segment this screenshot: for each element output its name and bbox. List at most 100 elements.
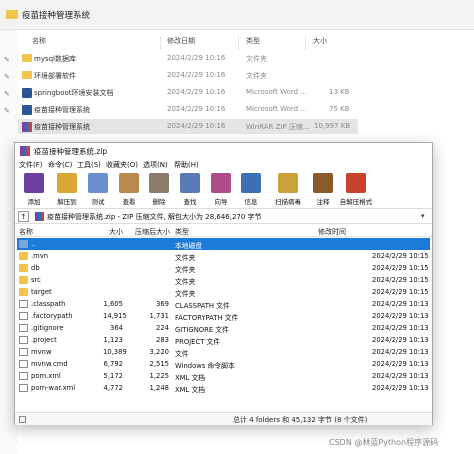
column-type[interactable]: 类型 <box>175 227 189 237</box>
row-size: 5,172 <box>103 371 123 380</box>
view-button[interactable]: 查看 <box>114 173 144 207</box>
row-name: db <box>31 263 40 272</box>
delete-button[interactable]: 删除 <box>144 173 174 207</box>
folder-icon <box>22 71 32 79</box>
row-modified: 2024/2/29 10:13 <box>372 299 429 308</box>
row-packed: 283 <box>156 335 169 344</box>
column-packed[interactable]: 压缩后大小 <box>135 227 170 237</box>
file-type: 文件夹 <box>246 55 267 63</box>
menu-favorites[interactable]: 收藏夹(O) <box>106 160 138 170</box>
row-packed: 224 <box>156 323 169 332</box>
file-icon <box>19 383 28 392</box>
table-row[interactable]: pom.xml 5,172 1,225 XML 文档 2024/2/29 10:… <box>17 370 430 382</box>
chevron-down-icon[interactable]: ▾ <box>421 212 425 220</box>
menu-file[interactable]: 文件(F) <box>19 160 43 170</box>
column-separator[interactable] <box>238 36 239 50</box>
find-button[interactable]: 查找 <box>175 173 205 207</box>
file-icon <box>19 371 28 380</box>
toolbar-label: 向导 <box>214 198 228 206</box>
winrar-title: 疫苗接种管理系统.zip <box>34 147 108 156</box>
column-name[interactable]: 名称 <box>32 36 46 46</box>
wizard-button[interactable]: 向导 <box>206 173 236 207</box>
folder-icon <box>19 275 28 284</box>
sfx-button[interactable]: 自解压格式 <box>337 173 375 207</box>
table-row[interactable]: .. 本地磁盘 <box>17 238 430 250</box>
test-button[interactable]: 测试 <box>83 173 113 207</box>
table-row[interactable]: src 文件夹 2024/2/29 10:15 <box>17 274 430 286</box>
row-name: mvnw.cmd <box>31 359 68 368</box>
comment-button[interactable]: 注释 <box>308 173 338 207</box>
file-icon <box>19 323 28 332</box>
table-row[interactable]: target 文件夹 2024/2/29 10:15 <box>17 286 430 298</box>
drive-icon[interactable] <box>19 416 26 423</box>
row-packed: 1,248 <box>149 383 169 392</box>
file-name: mysql数据库 <box>34 55 76 63</box>
toolbar-label: 查看 <box>122 198 136 206</box>
row-modified: 2024/2/29 10:13 <box>372 323 429 332</box>
file-icon <box>19 311 28 320</box>
explorer-column-header: 名称 修改日期 类型 大小 <box>18 33 358 50</box>
row-size: 4,772 <box>103 383 123 392</box>
row-name: .. <box>31 239 36 248</box>
list-item[interactable]: 疫苗接种管理系统 2024/2/29 10:16 Microsoft Word … <box>18 102 358 117</box>
scan-virus-button[interactable]: 扫描病毒 <box>271 173 305 207</box>
menu-help[interactable]: 帮助(H) <box>174 160 199 170</box>
folder-icon <box>19 287 28 296</box>
table-row[interactable]: .factorypath 14,915 1,731 FACTORYPATH 文件… <box>17 310 430 322</box>
column-modified[interactable]: 修改日期 <box>167 36 195 46</box>
row-size: 10,389 <box>103 347 127 356</box>
row-modified: 2024/2/29 10:13 <box>372 311 429 320</box>
column-size[interactable]: 大小 <box>313 36 327 46</box>
column-modified[interactable]: 修改时间 <box>318 227 346 237</box>
file-type: WinRAR ZIP 压缩... <box>246 123 310 131</box>
row-type: XML 文档 <box>175 385 206 394</box>
add-button[interactable]: 添加 <box>19 173 49 207</box>
table-row[interactable]: .classpath 1,605 369 CLASSPATH 文件 2024/2… <box>17 298 430 310</box>
file-icon <box>19 359 28 368</box>
toolbar-label: 扫描病毒 <box>275 198 301 206</box>
table-row[interactable]: .gitignore 364 224 GITIGNORE 文件 2024/2/2… <box>17 322 430 334</box>
list-item[interactable]: 环境部署软件 2024/2/29 10:16 文件夹 <box>18 68 358 83</box>
folder-icon <box>19 251 28 260</box>
table-row[interactable]: mvnw 10,389 3,220 文件 2024/2/29 10:13 <box>17 346 430 358</box>
table-row[interactable]: .project 1,123 283 PROJECT 文件 2024/2/29 … <box>17 334 430 346</box>
row-size: 1,123 <box>103 335 123 344</box>
pin-icon[interactable]: ✎ <box>4 107 12 115</box>
table-row[interactable]: .mvn 文件夹 2024/2/29 10:15 <box>17 250 430 262</box>
row-name: src <box>31 275 41 284</box>
extract-to-icon <box>57 173 77 193</box>
row-modified: 2024/2/29 10:13 <box>372 347 429 356</box>
menu-options[interactable]: 选项(N) <box>143 160 168 170</box>
delete-icon <box>149 173 169 193</box>
winrar-titlebar[interactable]: 疫苗接种管理系统.zip <box>15 143 432 159</box>
column-name[interactable]: 名称 <box>19 227 33 237</box>
comment-icon <box>313 173 333 193</box>
list-item[interactable]: mysql数据库 2024/2/29 10:16 文件夹 <box>18 51 358 66</box>
menu-commands[interactable]: 命令(C) <box>48 160 72 170</box>
pin-icon[interactable]: ✎ <box>4 73 12 81</box>
column-type[interactable]: 类型 <box>246 36 260 46</box>
column-size[interactable]: 大小 <box>109 227 123 237</box>
file-date: 2024/2/29 10:16 <box>167 122 226 130</box>
list-item[interactable]: springboot环境安装文档 2024/2/29 10:16 Microso… <box>18 85 358 100</box>
table-row[interactable]: pom-war.xml 4,772 1,248 XML 文档 2024/2/29… <box>17 382 430 394</box>
row-modified: 2024/2/29 10:13 <box>372 383 429 392</box>
row-modified: 2024/2/29 10:15 <box>372 287 429 296</box>
toolbar-label: 添加 <box>27 198 41 206</box>
table-row[interactable]: db 文件夹 2024/2/29 10:15 <box>17 262 430 274</box>
info-button[interactable]: 信息 <box>236 173 266 207</box>
file-icon <box>19 299 28 308</box>
column-separator[interactable] <box>305 36 306 50</box>
pin-icon[interactable]: ✎ <box>4 90 12 98</box>
extract-to-button[interactable]: 解压到 <box>52 173 82 207</box>
menu-tools[interactable]: 工具(S) <box>77 160 101 170</box>
up-arrow-icon[interactable]: ↑ <box>18 211 29 222</box>
file-icon <box>19 347 28 356</box>
pin-icon[interactable]: ✎ <box>4 56 12 64</box>
row-type: 文件夹 <box>175 289 196 298</box>
row-type: CLASSPATH 文件 <box>175 301 230 310</box>
column-separator[interactable] <box>160 36 161 50</box>
table-row[interactable]: mvnw.cmd 6,792 2,515 Windows 命令脚本 2024/2… <box>17 358 430 370</box>
address-bar[interactable]: ↑ 疫苗接种管理系统.zip - ZIP 压缩文件, 解包大小为 28,646,… <box>15 210 432 224</box>
list-item[interactable]: 疫苗接种管理系统 2024/2/29 10:16 WinRAR ZIP 压缩..… <box>18 119 358 134</box>
